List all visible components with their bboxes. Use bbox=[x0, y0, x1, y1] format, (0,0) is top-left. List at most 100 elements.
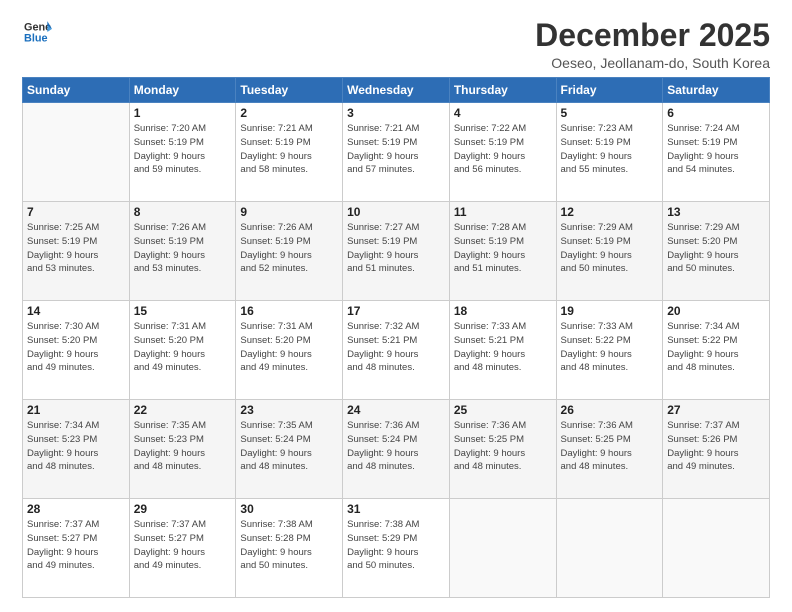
table-row: 13 Sunrise: 7:29 AMSunset: 5:20 PMDayligh… bbox=[663, 202, 770, 301]
day-info: Sunrise: 7:31 AMSunset: 5:20 PMDaylight:… bbox=[134, 320, 232, 375]
day-number: 6 bbox=[667, 106, 765, 120]
table-row: 17 Sunrise: 7:32 AMSunset: 5:21 PMDayligh… bbox=[343, 301, 450, 400]
day-info: Sunrise: 7:36 AMSunset: 5:25 PMDaylight:… bbox=[561, 419, 659, 474]
day-info: Sunrise: 7:37 AMSunset: 5:26 PMDaylight:… bbox=[667, 419, 765, 474]
day-info: Sunrise: 7:22 AMSunset: 5:19 PMDaylight:… bbox=[454, 122, 552, 177]
col-monday: Monday bbox=[129, 78, 236, 103]
day-info: Sunrise: 7:36 AMSunset: 5:25 PMDaylight:… bbox=[454, 419, 552, 474]
day-info: Sunrise: 7:32 AMSunset: 5:21 PMDaylight:… bbox=[347, 320, 445, 375]
svg-text:Blue: Blue bbox=[24, 32, 48, 44]
day-number: 30 bbox=[240, 502, 338, 516]
table-row: 28 Sunrise: 7:37 AMSunset: 5:27 PMDayligh… bbox=[23, 499, 130, 598]
table-row: 22 Sunrise: 7:35 AMSunset: 5:23 PMDayligh… bbox=[129, 400, 236, 499]
day-info: Sunrise: 7:34 AMSunset: 5:23 PMDaylight:… bbox=[27, 419, 125, 474]
day-number: 20 bbox=[667, 304, 765, 318]
table-row: 18 Sunrise: 7:33 AMSunset: 5:21 PMDayligh… bbox=[449, 301, 556, 400]
day-info: Sunrise: 7:20 AMSunset: 5:19 PMDaylight:… bbox=[134, 122, 232, 177]
day-info: Sunrise: 7:30 AMSunset: 5:20 PMDaylight:… bbox=[27, 320, 125, 375]
day-number: 22 bbox=[134, 403, 232, 417]
day-number: 5 bbox=[561, 106, 659, 120]
day-info: Sunrise: 7:24 AMSunset: 5:19 PMDaylight:… bbox=[667, 122, 765, 177]
logo: General Blue bbox=[22, 18, 52, 51]
col-wednesday: Wednesday bbox=[343, 78, 450, 103]
day-info: Sunrise: 7:35 AMSunset: 5:23 PMDaylight:… bbox=[134, 419, 232, 474]
day-info: Sunrise: 7:36 AMSunset: 5:24 PMDaylight:… bbox=[347, 419, 445, 474]
day-number: 17 bbox=[347, 304, 445, 318]
table-row: 11 Sunrise: 7:28 AMSunset: 5:19 PMDayligh… bbox=[449, 202, 556, 301]
day-info: Sunrise: 7:37 AMSunset: 5:27 PMDaylight:… bbox=[27, 518, 125, 573]
day-number: 21 bbox=[27, 403, 125, 417]
day-info: Sunrise: 7:31 AMSunset: 5:20 PMDaylight:… bbox=[240, 320, 338, 375]
table-row: 15Sunrise: 7:31 AMSunset: 5:20 PMDayligh… bbox=[129, 301, 236, 400]
table-row: 27 Sunrise: 7:37 AMSunset: 5:26 PMDayligh… bbox=[663, 400, 770, 499]
header: General Blue December 2025 Oeseo, Jeolla… bbox=[22, 18, 770, 71]
col-thursday: Thursday bbox=[449, 78, 556, 103]
day-number: 27 bbox=[667, 403, 765, 417]
col-tuesday: Tuesday bbox=[236, 78, 343, 103]
day-info: Sunrise: 7:38 AMSunset: 5:28 PMDaylight:… bbox=[240, 518, 338, 573]
day-info: Sunrise: 7:28 AMSunset: 5:19 PMDaylight:… bbox=[454, 221, 552, 276]
day-info: Sunrise: 7:21 AMSunset: 5:19 PMDaylight:… bbox=[347, 122, 445, 177]
day-number: 13 bbox=[667, 205, 765, 219]
day-number: 19 bbox=[561, 304, 659, 318]
day-info: Sunrise: 7:33 AMSunset: 5:22 PMDaylight:… bbox=[561, 320, 659, 375]
day-number: 12 bbox=[561, 205, 659, 219]
page: General Blue December 2025 Oeseo, Jeolla… bbox=[0, 0, 792, 612]
day-info: Sunrise: 7:29 AMSunset: 5:20 PMDaylight:… bbox=[667, 221, 765, 276]
day-number: 18 bbox=[454, 304, 552, 318]
table-row bbox=[556, 499, 663, 598]
day-info: Sunrise: 7:27 AMSunset: 5:19 PMDaylight:… bbox=[347, 221, 445, 276]
table-row: 31 Sunrise: 7:38 AMSunset: 5:29 PMDayligh… bbox=[343, 499, 450, 598]
table-row bbox=[449, 499, 556, 598]
table-row bbox=[663, 499, 770, 598]
day-number: 16 bbox=[240, 304, 338, 318]
table-row: 6 Sunrise: 7:24 AMSunset: 5:19 PMDaylight… bbox=[663, 103, 770, 202]
table-row: 8 Sunrise: 7:26 AMSunset: 5:19 PMDaylight… bbox=[129, 202, 236, 301]
day-info: Sunrise: 7:26 AMSunset: 5:19 PMDaylight:… bbox=[134, 221, 232, 276]
day-info: Sunrise: 7:38 AMSunset: 5:29 PMDaylight:… bbox=[347, 518, 445, 573]
day-info: Sunrise: 7:21 AMSunset: 5:19 PMDaylight:… bbox=[240, 122, 338, 177]
table-row: 2 Sunrise: 7:21 AMSunset: 5:19 PMDaylight… bbox=[236, 103, 343, 202]
day-info: Sunrise: 7:26 AMSunset: 5:19 PMDaylight:… bbox=[240, 221, 338, 276]
subtitle: Oeseo, Jeollanam-do, South Korea bbox=[535, 55, 770, 71]
title-block: December 2025 Oeseo, Jeollanam-do, South… bbox=[535, 18, 770, 71]
day-info: Sunrise: 7:29 AMSunset: 5:19 PMDaylight:… bbox=[561, 221, 659, 276]
day-number: 28 bbox=[27, 502, 125, 516]
calendar-table: Sunday Monday Tuesday Wednesday Thursday… bbox=[22, 77, 770, 598]
day-info: Sunrise: 7:37 AMSunset: 5:27 PMDaylight:… bbox=[134, 518, 232, 573]
table-row: 23 Sunrise: 7:35 AMSunset: 5:24 PMDayligh… bbox=[236, 400, 343, 499]
day-info: Sunrise: 7:34 AMSunset: 5:22 PMDaylight:… bbox=[667, 320, 765, 375]
table-row: 26 Sunrise: 7:36 AMSunset: 5:25 PMDayligh… bbox=[556, 400, 663, 499]
table-row bbox=[23, 103, 130, 202]
table-row: 25 Sunrise: 7:36 AMSunset: 5:25 PMDayligh… bbox=[449, 400, 556, 499]
table-row: 24 Sunrise: 7:36 AMSunset: 5:24 PMDayligh… bbox=[343, 400, 450, 499]
day-info: Sunrise: 7:33 AMSunset: 5:21 PMDaylight:… bbox=[454, 320, 552, 375]
table-row: 29 Sunrise: 7:37 AMSunset: 5:27 PMDayligh… bbox=[129, 499, 236, 598]
table-row: 30 Sunrise: 7:38 AMSunset: 5:28 PMDayligh… bbox=[236, 499, 343, 598]
calendar-header-row: Sunday Monday Tuesday Wednesday Thursday… bbox=[23, 78, 770, 103]
table-row: 5 Sunrise: 7:23 AMSunset: 5:19 PMDaylight… bbox=[556, 103, 663, 202]
table-row: 12 Sunrise: 7:29 AMSunset: 5:19 PMDayligh… bbox=[556, 202, 663, 301]
day-info: Sunrise: 7:23 AMSunset: 5:19 PMDaylight:… bbox=[561, 122, 659, 177]
day-number: 24 bbox=[347, 403, 445, 417]
day-number: 26 bbox=[561, 403, 659, 417]
day-number: 4 bbox=[454, 106, 552, 120]
day-number: 9 bbox=[240, 205, 338, 219]
day-number: 29 bbox=[134, 502, 232, 516]
day-number: 1 bbox=[134, 106, 232, 120]
day-number: 25 bbox=[454, 403, 552, 417]
day-number: 11 bbox=[454, 205, 552, 219]
day-number: 2 bbox=[240, 106, 338, 120]
table-row: 16 Sunrise: 7:31 AMSunset: 5:20 PMDayligh… bbox=[236, 301, 343, 400]
day-number: 23 bbox=[240, 403, 338, 417]
day-number: 8 bbox=[134, 205, 232, 219]
month-title: December 2025 bbox=[535, 18, 770, 53]
day-number: 31 bbox=[347, 502, 445, 516]
table-row: 14Sunrise: 7:30 AMSunset: 5:20 PMDayligh… bbox=[23, 301, 130, 400]
table-row: 10Sunrise: 7:27 AMSunset: 5:19 PMDayligh… bbox=[343, 202, 450, 301]
day-info: Sunrise: 7:35 AMSunset: 5:24 PMDaylight:… bbox=[240, 419, 338, 474]
col-sunday: Sunday bbox=[23, 78, 130, 103]
table-row: 9 Sunrise: 7:26 AMSunset: 5:19 PMDaylight… bbox=[236, 202, 343, 301]
day-number: 3 bbox=[347, 106, 445, 120]
table-row: 1 Sunrise: 7:20 AMSunset: 5:19 PMDaylight… bbox=[129, 103, 236, 202]
